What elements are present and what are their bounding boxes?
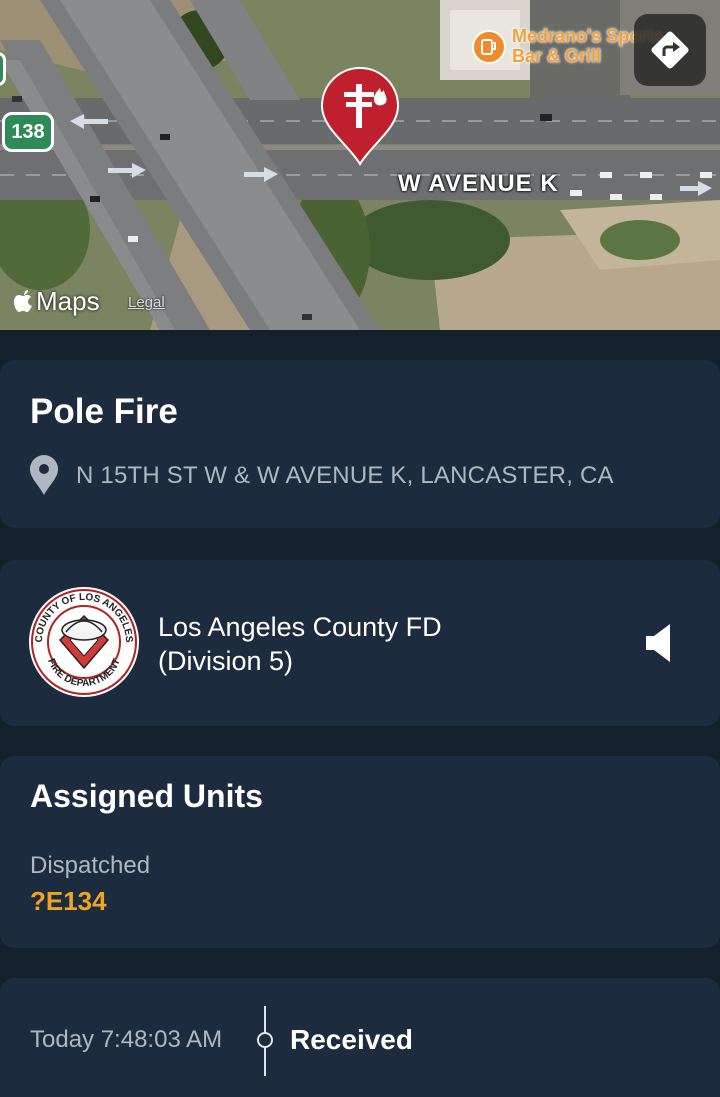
timeline-dot-icon [257, 1032, 273, 1048]
pole-fire-icon[interactable] [318, 66, 402, 166]
route-shield-138: 138 [2, 112, 54, 152]
timeline-event: Received [290, 1024, 413, 1055]
maps-brand-label: Maps [36, 286, 100, 316]
street-label: W AVENUE K [398, 170, 559, 197]
agency-card[interactable]: COUNTY OF LOS ANGELES FIRE DEPARTMENT Lo… [0, 560, 720, 726]
assigned-units-title: Assigned Units [30, 778, 263, 814]
incident-map[interactable]: 138 Medrano's Sports Bar & Grill W AVENU… [0, 0, 720, 330]
la-county-fire-seal-icon: COUNTY OF LOS ANGELES FIRE DEPARTMENT [29, 587, 139, 697]
location-pin-icon [30, 455, 58, 495]
units-status-label: Dispatched [30, 852, 151, 879]
route-shield-label: 138 [11, 120, 45, 143]
timeline-time: Today 7:48:03 AM [30, 1026, 223, 1053]
incident-location[interactable]: N 15TH ST W & W AVENUE K, LANCASTER, CA [76, 462, 614, 490]
cup-icon [481, 39, 496, 55]
agency-name-line2: (Division 5) [158, 646, 294, 676]
maps-attribution: Maps [14, 286, 100, 317]
agency-name: Los Angeles County FD (Division 5) [158, 610, 442, 678]
directions-button[interactable] [634, 14, 706, 86]
unit-code[interactable]: ?E134 [30, 886, 107, 917]
agency-name-line1: Los Angeles County FD [158, 612, 442, 642]
directions-arrow-icon [651, 31, 689, 69]
incident-detail-page: 138 Medrano's Sports Bar & Grill W AVENU… [0, 0, 720, 1097]
route-shield-partial [0, 52, 6, 86]
timeline-card: Today 7:48:03 AM Received [0, 978, 720, 1097]
incident-card: Pole Fire N 15TH ST W & W AVENUE K, LANC… [0, 360, 720, 528]
apple-logo-icon [14, 289, 32, 312]
speaker-icon[interactable] [644, 622, 676, 664]
incident-title: Pole Fire [30, 392, 178, 431]
restaurant-poi-icon[interactable] [472, 30, 506, 64]
assigned-units-card: Assigned Units Dispatched ?E134 [0, 756, 720, 948]
maps-legal-link[interactable]: Legal [128, 294, 165, 311]
